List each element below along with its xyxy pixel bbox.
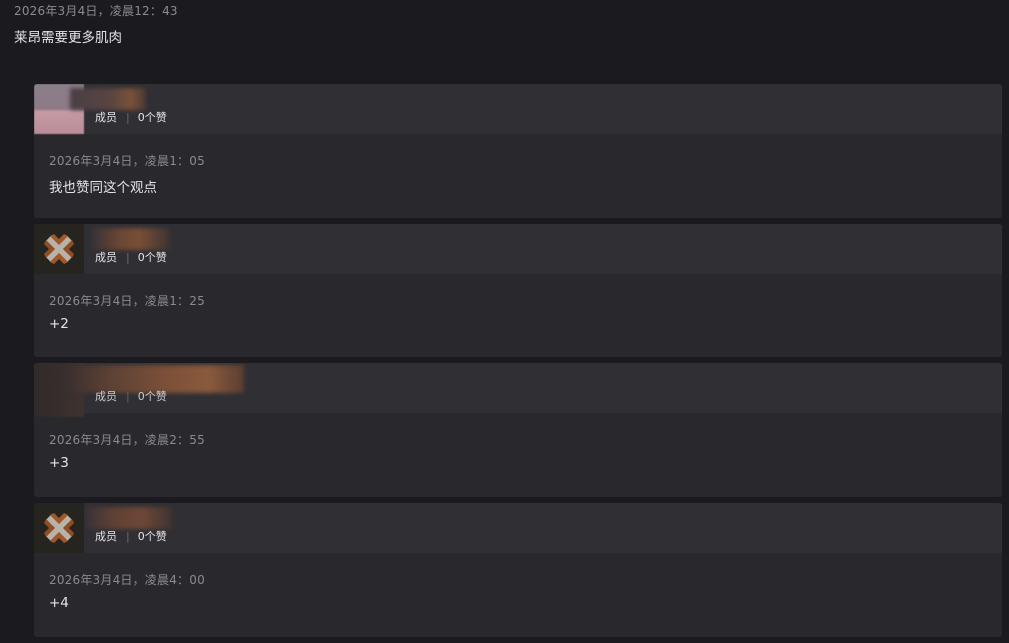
main-post-content: 莱昂需要更多肌肉 bbox=[14, 30, 122, 46]
reply-timestamp: 2026年3月4日，凌晨1：25 bbox=[49, 294, 205, 308]
reply-timestamp: 2026年3月4日，凌晨1：05 bbox=[49, 154, 205, 168]
reply-card: 成员 | 0个赞 2026年3月4日，凌晨1：05 我也赞同这个观点 bbox=[34, 84, 1002, 218]
reply-content: +4 bbox=[49, 595, 69, 611]
likes-count: 0个赞 bbox=[137, 251, 167, 264]
username-redacted[interactable] bbox=[70, 88, 146, 110]
user-meta-line: 成员 | 0个赞 bbox=[95, 109, 167, 125]
user-role-label: 成员 bbox=[95, 390, 117, 403]
reply-header: 成员 | 0个赞 bbox=[34, 363, 1002, 417]
username-redacted[interactable] bbox=[92, 228, 170, 250]
reply-card: 成员 | 0个赞 2026年3月4日，凌晨1：25 +2 bbox=[34, 224, 1002, 357]
user-role-label: 成员 bbox=[95, 251, 117, 264]
username-redacted[interactable] bbox=[86, 507, 172, 529]
divider: | bbox=[126, 389, 130, 403]
user-role-label: 成员 bbox=[95, 530, 117, 543]
user-role-label: 成员 bbox=[95, 111, 117, 124]
divider: | bbox=[126, 250, 130, 264]
reply-header: 成员 | 0个赞 bbox=[34, 224, 1002, 274]
user-meta-line: 成员 | 0个赞 bbox=[95, 249, 167, 265]
reply-timestamp: 2026年3月4日，凌晨4：00 bbox=[49, 573, 205, 587]
user-meta-line: 成员 | 0个赞 bbox=[95, 528, 167, 544]
reply-card: 成员 | 0个赞 2026年3月4日，凌晨4：00 +4 bbox=[34, 503, 1002, 637]
reply-timestamp: 2026年3月4日，凌晨2：55 bbox=[49, 433, 205, 447]
likes-count: 0个赞 bbox=[137, 390, 167, 403]
likes-count: 0个赞 bbox=[137, 111, 167, 124]
reply-content: 我也赞同这个观点 bbox=[49, 180, 157, 196]
reply-content: +2 bbox=[49, 316, 69, 332]
main-post: 2026年3月4日，凌晨12：43 莱昂需要更多肌肉 成员 | 0个赞 2026… bbox=[0, 0, 1009, 640]
likes-count: 0个赞 bbox=[137, 530, 167, 543]
divider: | bbox=[126, 110, 130, 124]
reply-list: 成员 | 0个赞 2026年3月4日，凌晨1：05 我也赞同这个观点 成员 | … bbox=[34, 84, 1002, 643]
default-cross-avatar-icon[interactable] bbox=[34, 503, 84, 553]
reply-header: 成员 | 0个赞 bbox=[34, 84, 1002, 134]
reply-card: 成员 | 0个赞 2026年3月4日，凌晨2：55 +3 bbox=[34, 363, 1002, 497]
divider: | bbox=[126, 529, 130, 543]
reply-content: +3 bbox=[49, 455, 69, 471]
default-cross-avatar-icon[interactable] bbox=[34, 224, 84, 274]
reply-header: 成员 | 0个赞 bbox=[34, 503, 1002, 553]
user-meta-line: 成员 | 0个赞 bbox=[95, 388, 167, 404]
main-post-timestamp: 2026年3月4日，凌晨12：43 bbox=[14, 4, 178, 18]
